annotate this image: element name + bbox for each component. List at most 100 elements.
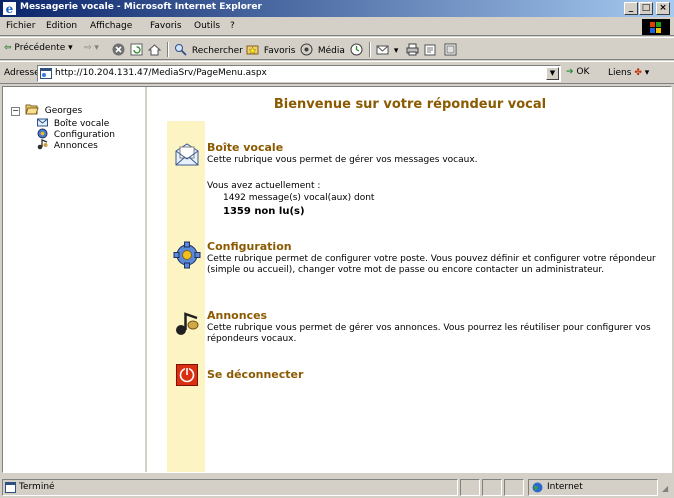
- minimize-button[interactable]: _: [624, 2, 638, 15]
- search-button[interactable]: Rechercher: [174, 43, 243, 56]
- links-button[interactable]: Liens ✤ ▾: [608, 68, 649, 78]
- stop-button[interactable]: [112, 43, 127, 56]
- media-label: Média: [317, 46, 345, 56]
- windows-logo-icon: [642, 19, 670, 35]
- home-icon: [148, 44, 161, 56]
- media-button[interactable]: Média: [300, 43, 345, 56]
- address-label: Adresse: [4, 68, 40, 78]
- decorative-stripe: [167, 121, 205, 472]
- search-icon: [175, 44, 187, 56]
- voicemail-intro: Vous avez actuellement :: [207, 181, 321, 191]
- standard-toolbar: ⇦ Précédente ▾ ⇨ ▾ Rechercher Favoris Mé…: [0, 37, 674, 60]
- favorites-button[interactable]: Favoris: [246, 43, 295, 56]
- tree-item-configuration[interactable]: Configuration: [37, 128, 115, 140]
- toolbar-separator: [369, 42, 371, 57]
- toolbar-separator: [167, 42, 169, 57]
- configuration-link[interactable]: Configuration: [207, 240, 292, 253]
- address-dropdown-button[interactable]: ▼: [546, 67, 559, 80]
- links-label: Liens: [608, 68, 632, 78]
- voicemail-link[interactable]: Boîte vocale: [207, 141, 283, 154]
- status-cell: [460, 479, 480, 496]
- message-count: 1492 message(s) vocal(aux) dont: [223, 193, 375, 203]
- navigation-pane: − Georges Boîte vocale Configuration Ann…: [3, 87, 147, 472]
- refresh-button[interactable]: [130, 43, 145, 56]
- main-pane: Bienvenue sur votre répondeur vocal Boît…: [149, 87, 671, 472]
- title-bar: e Messagerie vocale - Microsoft Internet…: [0, 0, 674, 17]
- refresh-icon: [130, 43, 143, 56]
- status-text-panel: Terminé: [2, 479, 458, 496]
- go-label: OK: [576, 67, 590, 77]
- print-button[interactable]: [406, 43, 421, 56]
- announcements-music-icon[interactable]: [173, 309, 201, 337]
- music-note-icon: [37, 139, 48, 150]
- tree-root-label: Georges: [44, 106, 83, 116]
- menu-help[interactable]: ?: [230, 21, 235, 31]
- back-label: Précédente: [14, 43, 66, 53]
- home-button[interactable]: [148, 43, 163, 56]
- resize-grip[interactable]: ◢: [662, 484, 668, 493]
- collapse-toggle[interactable]: −: [11, 107, 20, 116]
- globe-icon: [532, 482, 543, 493]
- go-button[interactable]: ➔ OK: [566, 67, 589, 77]
- address-bar: Adresse http://10.204.131.47/MediaSrv/Pa…: [0, 61, 674, 84]
- chevron-down-icon: ▾: [68, 43, 73, 53]
- maximize-button[interactable]: □: [639, 2, 653, 15]
- close-button[interactable]: ×: [656, 2, 670, 15]
- stop-icon: [112, 43, 125, 56]
- navigation-tree: − Georges Boîte vocale Configuration Ann…: [11, 103, 115, 151]
- menu-tools[interactable]: Outils: [194, 21, 220, 31]
- mail-button[interactable]: ▾: [376, 43, 398, 56]
- menu-favorites[interactable]: Favoris: [150, 21, 182, 31]
- zone-label: Internet: [547, 482, 583, 492]
- browser-window: e Messagerie vocale - Microsoft Internet…: [0, 0, 674, 498]
- tree-item-label: Annonces: [53, 141, 98, 151]
- ie-logo-icon: e: [3, 2, 16, 15]
- tree-item-announcements[interactable]: Annonces: [37, 139, 115, 151]
- unread-count: 1359 non lu(s): [223, 206, 305, 217]
- envelope-icon: [37, 118, 48, 127]
- edit-button[interactable]: [424, 43, 439, 56]
- configuration-gear-icon[interactable]: [173, 241, 201, 269]
- tree-root-georges[interactable]: − Georges: [11, 103, 89, 117]
- window-title: Messagerie vocale - Microsoft Internet E…: [20, 2, 262, 12]
- discuss-icon: [444, 43, 457, 56]
- back-arrow-icon: ⇦: [4, 43, 12, 53]
- voicemail-description: Cette rubrique vous permet de gérer vos …: [207, 155, 478, 165]
- configuration-description: Cette rubrique permet de configurer votr…: [207, 254, 656, 275]
- svg-text:e: e: [6, 2, 14, 15]
- status-cell: [482, 479, 502, 496]
- forward-button[interactable]: ⇨ ▾: [84, 43, 99, 53]
- menu-file[interactable]: Fichier: [6, 21, 35, 31]
- media-icon: [300, 43, 313, 56]
- print-icon: [406, 43, 419, 56]
- chevron-down-icon: ▾: [644, 68, 650, 78]
- voicemail-envelope-icon[interactable]: [173, 141, 201, 169]
- tree-item-voicemail[interactable]: Boîte vocale: [37, 117, 115, 129]
- announcements-description: Cette rubrique vous permet de gérer vos …: [207, 323, 651, 344]
- status-bar: Terminé Internet ◢: [0, 476, 674, 498]
- mail-icon: [376, 45, 389, 55]
- announcements-link[interactable]: Annonces: [207, 309, 267, 322]
- ie-page-icon: [5, 482, 16, 493]
- favorites-folder-icon: [246, 45, 259, 55]
- power-icon[interactable]: [176, 364, 198, 386]
- favorites-label: Favoris: [263, 46, 296, 56]
- back-button[interactable]: ⇦ Précédente ▾: [4, 43, 73, 53]
- go-arrow-icon: ➔: [566, 67, 574, 77]
- page-icon: [40, 68, 52, 79]
- menu-edit[interactable]: Edition: [46, 21, 77, 31]
- edit-icon: [424, 44, 436, 56]
- open-folder-icon: [25, 104, 39, 115]
- gear-icon: [37, 128, 48, 139]
- links-extension-icon: ✤: [634, 68, 642, 78]
- security-zone-panel: Internet: [528, 479, 658, 496]
- chevron-down-icon: ▾: [393, 46, 399, 56]
- address-input[interactable]: http://10.204.131.47/MediaSrv/PageMenu.a…: [37, 65, 561, 82]
- browser-content: − Georges Boîte vocale Configuration Ann…: [2, 86, 672, 473]
- address-url: http://10.204.131.47/MediaSrv/PageMenu.a…: [55, 68, 267, 78]
- search-label: Rechercher: [191, 46, 243, 56]
- logout-link[interactable]: Se déconnecter: [207, 368, 303, 381]
- menu-view[interactable]: Affichage: [90, 21, 132, 31]
- history-button[interactable]: [350, 43, 365, 56]
- discuss-button[interactable]: [444, 43, 459, 56]
